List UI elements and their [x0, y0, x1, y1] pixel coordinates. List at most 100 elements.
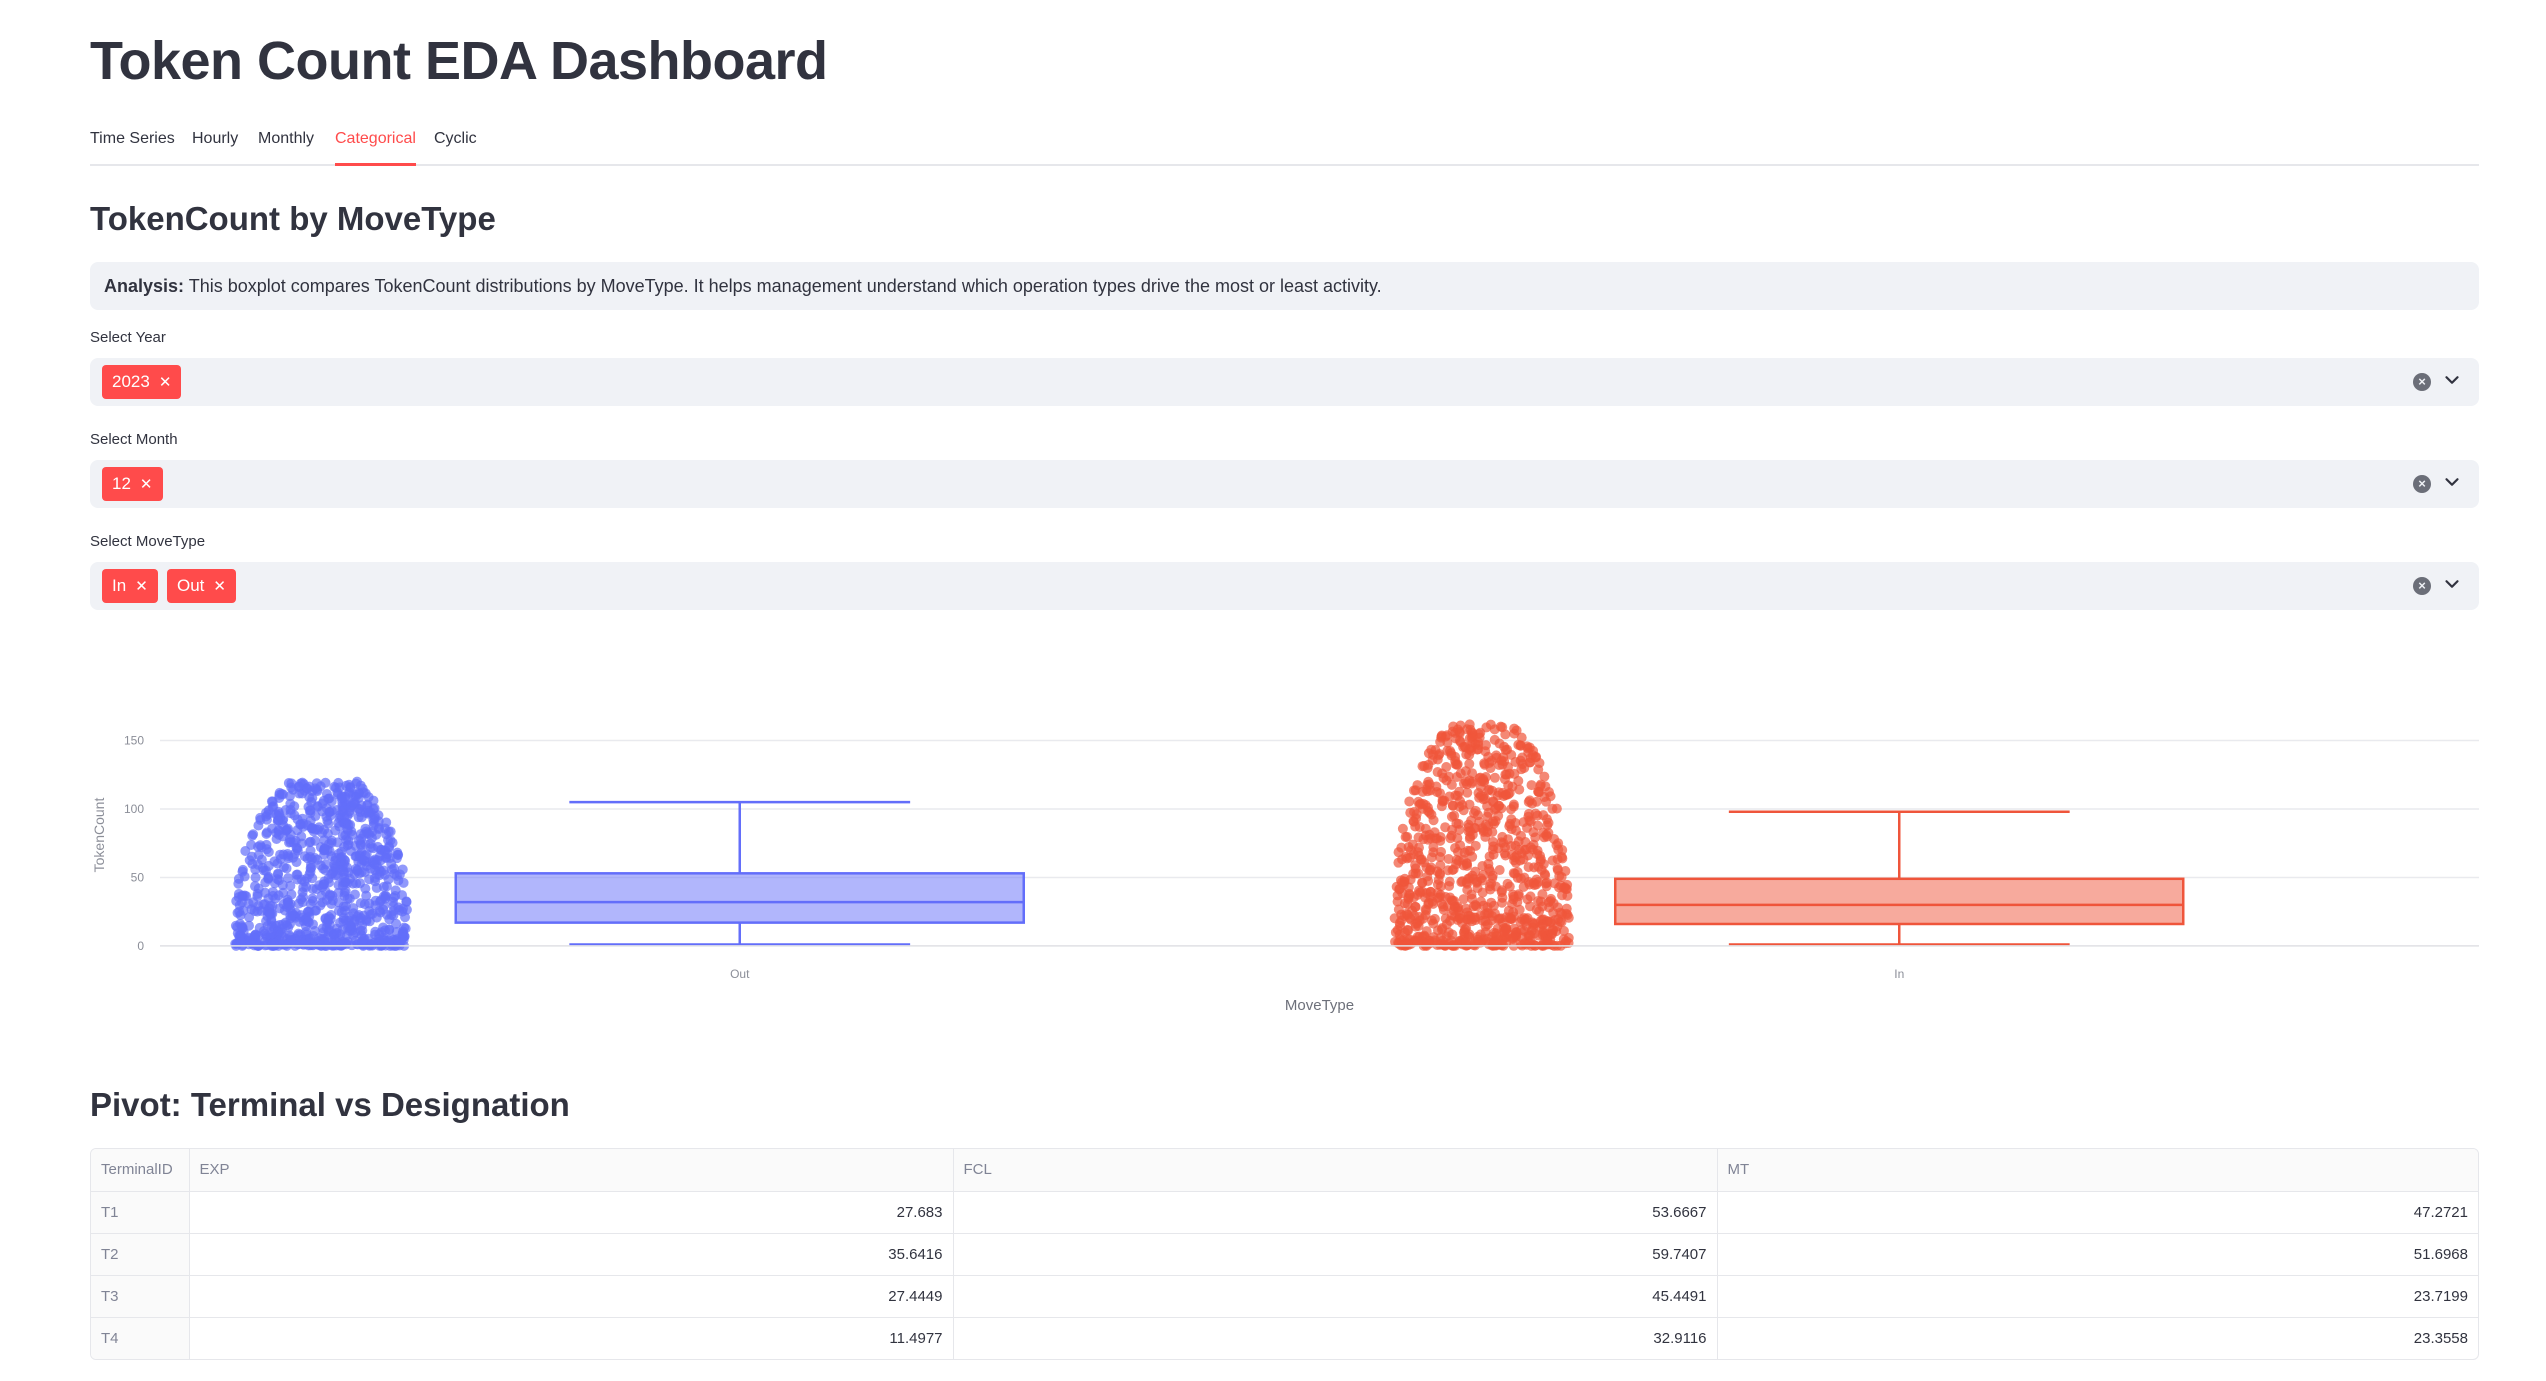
tab-cyclic[interactable]: Cyclic [434, 130, 477, 166]
column-header[interactable]: TerminalID [91, 1149, 190, 1192]
table-cell[interactable]: 59.7407 [953, 1233, 1718, 1276]
table-cell[interactable]: 11.4977 [189, 1317, 954, 1359]
data-point [267, 938, 278, 949]
tab-time-series[interactable]: Time Series [90, 130, 175, 166]
data-point [261, 916, 272, 927]
section-heading-movetype: TokenCount by MoveType [90, 200, 496, 237]
table-cell[interactable]: 51.6968 [1717, 1233, 2478, 1276]
data-point [1478, 870, 1489, 881]
data-point [1423, 899, 1434, 910]
data-point [1531, 879, 1542, 890]
data-point [1418, 798, 1429, 809]
data-point [1451, 818, 1462, 829]
year-multiselect[interactable]: 2023 ✕ × [90, 358, 2479, 406]
table-row[interactable]: T3 27.4449 45.4491 23.7199 [91, 1275, 2478, 1318]
data-point [285, 880, 296, 891]
data-point [350, 851, 361, 862]
data-point [1519, 762, 1530, 773]
tab-hourly[interactable]: Hourly [192, 130, 238, 166]
data-point [240, 845, 251, 856]
tab-bar: Time Series Hourly Monthly Categorical C… [90, 128, 2479, 166]
data-point [1534, 757, 1545, 768]
clear-all-icon[interactable]: × [2413, 577, 2431, 595]
clear-all-icon[interactable]: × [2413, 373, 2431, 391]
data-point [253, 841, 264, 852]
data-point [382, 849, 393, 860]
data-point [263, 871, 274, 882]
data-point [1462, 724, 1473, 735]
month-multiselect[interactable]: 12 ✕ × [90, 460, 2479, 508]
chip-label: Out [177, 576, 205, 595]
data-point [1410, 901, 1421, 912]
table-cell[interactable]: 45.4491 [953, 1275, 1718, 1318]
chip-remove-icon[interactable]: ✕ [135, 578, 148, 595]
data-point [1432, 866, 1443, 877]
table-cell[interactable]: 27.4449 [189, 1275, 954, 1318]
data-point [1451, 771, 1462, 782]
tab-categorical[interactable]: Categorical [335, 130, 416, 166]
movetype-chip-in[interactable]: In ✕ [102, 569, 158, 603]
chevron-down-icon[interactable] [2441, 369, 2463, 391]
clear-all-icon[interactable]: × [2413, 475, 2431, 493]
chip-remove-icon[interactable]: ✕ [159, 374, 172, 391]
data-point [296, 831, 307, 842]
data-point [1548, 907, 1559, 918]
column-header[interactable]: FCL [953, 1149, 1718, 1192]
data-point [1404, 796, 1415, 807]
tab-monthly[interactable]: Monthly [258, 130, 314, 166]
data-point [286, 782, 297, 793]
movetype-chip-out[interactable]: Out ✕ [167, 569, 236, 603]
data-point [1441, 761, 1452, 772]
data-point [1412, 936, 1423, 947]
column-header[interactable]: MT [1717, 1149, 2478, 1192]
chevron-down-icon[interactable] [2441, 471, 2463, 493]
data-point [337, 792, 348, 803]
data-point [330, 861, 341, 872]
data-point [1495, 721, 1506, 732]
table-cell[interactable]: 23.3558 [1717, 1317, 2478, 1359]
table-row[interactable]: T2 35.6416 59.7407 51.6968 [91, 1233, 2478, 1276]
table-cell[interactable]: 53.6667 [953, 1191, 1718, 1234]
data-point [356, 840, 367, 851]
data-point [1415, 887, 1426, 898]
data-point [1483, 807, 1494, 818]
table-row[interactable]: T4 11.4977 32.9116 23.3558 [91, 1317, 2478, 1359]
data-point [230, 920, 241, 931]
table-cell[interactable]: 35.6416 [189, 1233, 954, 1276]
table-row[interactable]: T1 27.683 53.6667 47.2721 [91, 1191, 2478, 1234]
data-point [365, 838, 376, 849]
table-cell[interactable]: 27.683 [189, 1191, 954, 1234]
boxplot-chart[interactable]: 0 50 100 150 TokenCount MoveType Out In [90, 690, 2479, 1030]
chip-remove-icon[interactable]: ✕ [140, 476, 153, 493]
pivot-table[interactable]: TerminalID EXP FCL MT T1 27.683 53.6667 … [90, 1148, 2479, 1360]
chevron-down-icon[interactable] [2441, 573, 2463, 595]
data-point [1551, 803, 1562, 814]
table-cell[interactable]: 23.7199 [1717, 1275, 2478, 1318]
data-point [307, 873, 318, 884]
table-cell[interactable]: 47.2721 [1717, 1191, 2478, 1234]
row-index: T3 [91, 1275, 190, 1318]
data-point [1399, 927, 1410, 938]
chip-remove-icon[interactable]: ✕ [213, 578, 226, 595]
data-point [338, 915, 349, 926]
year-chip-2023[interactable]: 2023 ✕ [102, 365, 182, 399]
data-point [1524, 742, 1535, 753]
data-point [1413, 832, 1424, 843]
data-point [1542, 820, 1553, 831]
data-point [1506, 804, 1517, 815]
data-point [1510, 756, 1521, 767]
data-point [387, 896, 398, 907]
movetype-multiselect[interactable]: In ✕ Out ✕ × [90, 562, 2479, 610]
x-tick-label: Out [730, 967, 750, 981]
movetype-filter-label: Select MoveType [90, 533, 206, 550]
data-point [1422, 786, 1433, 797]
data-point [1480, 819, 1491, 830]
data-point [1433, 874, 1444, 885]
data-point [1539, 832, 1550, 843]
data-point [272, 816, 283, 827]
data-point [1499, 756, 1510, 767]
month-chip-12[interactable]: 12 ✕ [102, 467, 163, 501]
table-cell[interactable]: 32.9116 [953, 1317, 1718, 1359]
column-header[interactable]: EXP [189, 1149, 954, 1192]
data-point [274, 903, 285, 914]
